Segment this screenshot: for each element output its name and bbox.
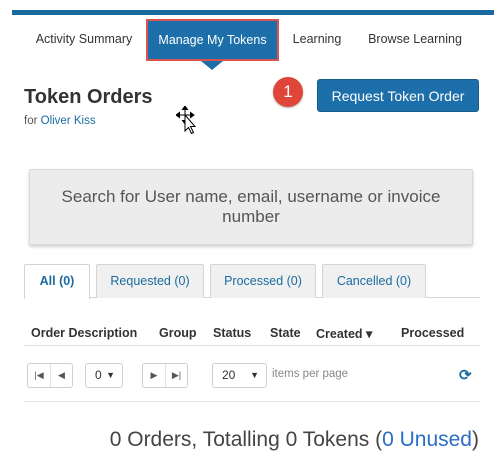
search-input[interactable]: Search for User name, email, username or… xyxy=(29,169,473,245)
request-token-order-button[interactable]: Request Token Order xyxy=(317,79,479,112)
main-nav: Activity Summary Manage My Tokens Learni… xyxy=(0,15,504,70)
prev-page-icon[interactable]: ◀ xyxy=(50,364,72,387)
first-page-icon[interactable]: |◀ xyxy=(28,364,50,387)
page-size-value: 20 xyxy=(222,368,236,382)
pager-prev-group: |◀ ◀ xyxy=(27,363,73,388)
items-per-page-label: items per page xyxy=(272,368,349,380)
orders-summary: 0 Orders, Totalling 0 Tokens (0 Unused) xyxy=(0,428,504,452)
active-tab-caret xyxy=(201,61,223,70)
nav-tab-learning[interactable]: Learning xyxy=(284,21,350,59)
next-page-icon[interactable]: ▶ xyxy=(143,364,165,387)
refresh-icon[interactable]: ⟳ xyxy=(459,366,472,384)
page-select[interactable]: 0 ▼ xyxy=(85,363,123,388)
nav-tab-browse-learning[interactable]: Browse Learning xyxy=(360,21,470,59)
unused-tokens-link[interactable]: 0 Unused xyxy=(382,428,472,451)
chevron-down-icon: ▼ xyxy=(250,370,259,380)
summary-prefix: 0 Orders, Totalling 0 Tokens ( xyxy=(109,428,383,451)
user-name-link[interactable]: Oliver Kiss xyxy=(41,115,96,127)
tab-all[interactable]: All (0) xyxy=(24,264,90,299)
orders-table-header: Order Description Group Status State Cre… xyxy=(24,316,480,346)
search-placeholder: Search for User name, email, username or… xyxy=(61,187,441,226)
page-size-select[interactable]: 20 ▼ xyxy=(212,363,267,388)
col-status[interactable]: Status xyxy=(213,326,251,340)
col-processed[interactable]: Processed xyxy=(401,326,464,340)
tab-processed[interactable]: Processed (0) xyxy=(210,264,316,298)
col-group[interactable]: Group xyxy=(159,326,197,340)
nav-tab-activity-summary[interactable]: Activity Summary xyxy=(26,21,142,59)
order-filter-tabs: All (0) Requested (0) Processed (0) Canc… xyxy=(24,264,480,299)
col-order-description[interactable]: Order Description xyxy=(31,326,137,340)
page-title: Token Orders xyxy=(24,86,153,108)
move-cursor-icon xyxy=(176,106,197,134)
col-created[interactable]: Created ▾ xyxy=(316,326,372,341)
tab-requested[interactable]: Requested (0) xyxy=(96,264,204,298)
for-user-line: for Oliver Kiss xyxy=(24,115,96,127)
tab-cancelled[interactable]: Cancelled (0) xyxy=(322,264,426,298)
last-page-icon[interactable]: ▶| xyxy=(165,364,187,387)
pager: |◀ ◀ 0 ▼ ▶ ▶| 20 ▼ items per page ⟳ xyxy=(24,350,480,402)
step-number-badge: 1 xyxy=(273,77,303,107)
nav-tab-manage-my-tokens[interactable]: Manage My Tokens xyxy=(146,19,279,61)
pager-next-group: ▶ ▶| xyxy=(142,363,188,388)
chevron-down-icon: ▼ xyxy=(106,370,115,380)
col-state[interactable]: State xyxy=(270,326,301,340)
summary-suffix: ) xyxy=(472,428,479,451)
for-prefix: for xyxy=(24,115,38,127)
page-select-value: 0 xyxy=(95,368,102,382)
